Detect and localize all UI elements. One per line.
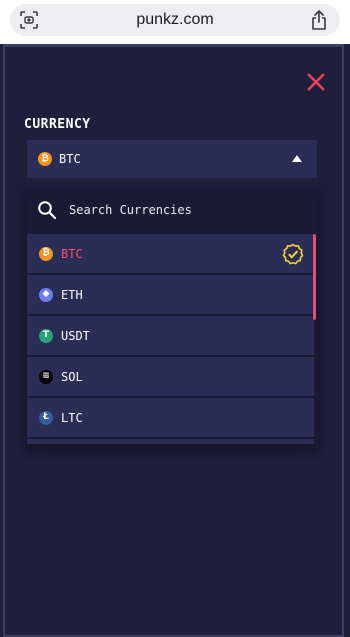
btc-icon: ₿ <box>39 246 53 261</box>
option-ltc[interactable]: Ł LTC <box>27 398 314 437</box>
option-eth[interactable]: ◆ ETH <box>27 275 314 314</box>
dropdown-scrollbar[interactable] <box>313 234 316 320</box>
currency-dropdown: ₿ BTC ◆ ETH T USDT ≡ SOL Ł LTC <box>27 188 317 444</box>
eth-icon: ◆ <box>39 287 53 302</box>
check-badge-icon <box>282 243 304 265</box>
browser-address-bar: punkz.com <box>0 0 350 44</box>
ltc-icon: Ł <box>39 410 53 425</box>
option-label: SOL <box>61 369 83 384</box>
currency-label: CURRENCY <box>24 117 91 132</box>
option-next-partial[interactable] <box>27 439 314 444</box>
share-icon[interactable] <box>310 10 328 30</box>
close-icon[interactable] <box>306 72 326 92</box>
option-label: LTC <box>61 410 83 425</box>
usdt-icon: T <box>39 328 53 343</box>
option-label: ETH <box>61 287 83 302</box>
option-label: USDT <box>61 328 90 343</box>
sol-icon: ≡ <box>39 369 53 384</box>
currency-modal: CURRENCY ₿ BTC ₿ BTC ◆ ETH <box>0 44 350 637</box>
search-row <box>27 188 317 232</box>
option-btc[interactable]: ₿ BTC <box>27 234 314 273</box>
currency-options: ₿ BTC ◆ ETH T USDT ≡ SOL Ł LTC <box>27 234 317 444</box>
url-field[interactable]: punkz.com <box>10 4 340 36</box>
option-label: BTC <box>61 246 83 261</box>
selected-currency: BTC <box>59 152 81 166</box>
caret-up-icon[interactable] <box>292 155 302 162</box>
search-icon <box>38 201 57 220</box>
option-usdt[interactable]: T USDT <box>27 316 314 355</box>
btc-icon: ₿ <box>38 152 52 166</box>
search-input[interactable] <box>69 203 309 217</box>
option-sol[interactable]: ≡ SOL <box>27 357 314 396</box>
url-text: punkz.com <box>136 11 214 28</box>
currency-select[interactable]: ₿ BTC <box>27 140 317 178</box>
